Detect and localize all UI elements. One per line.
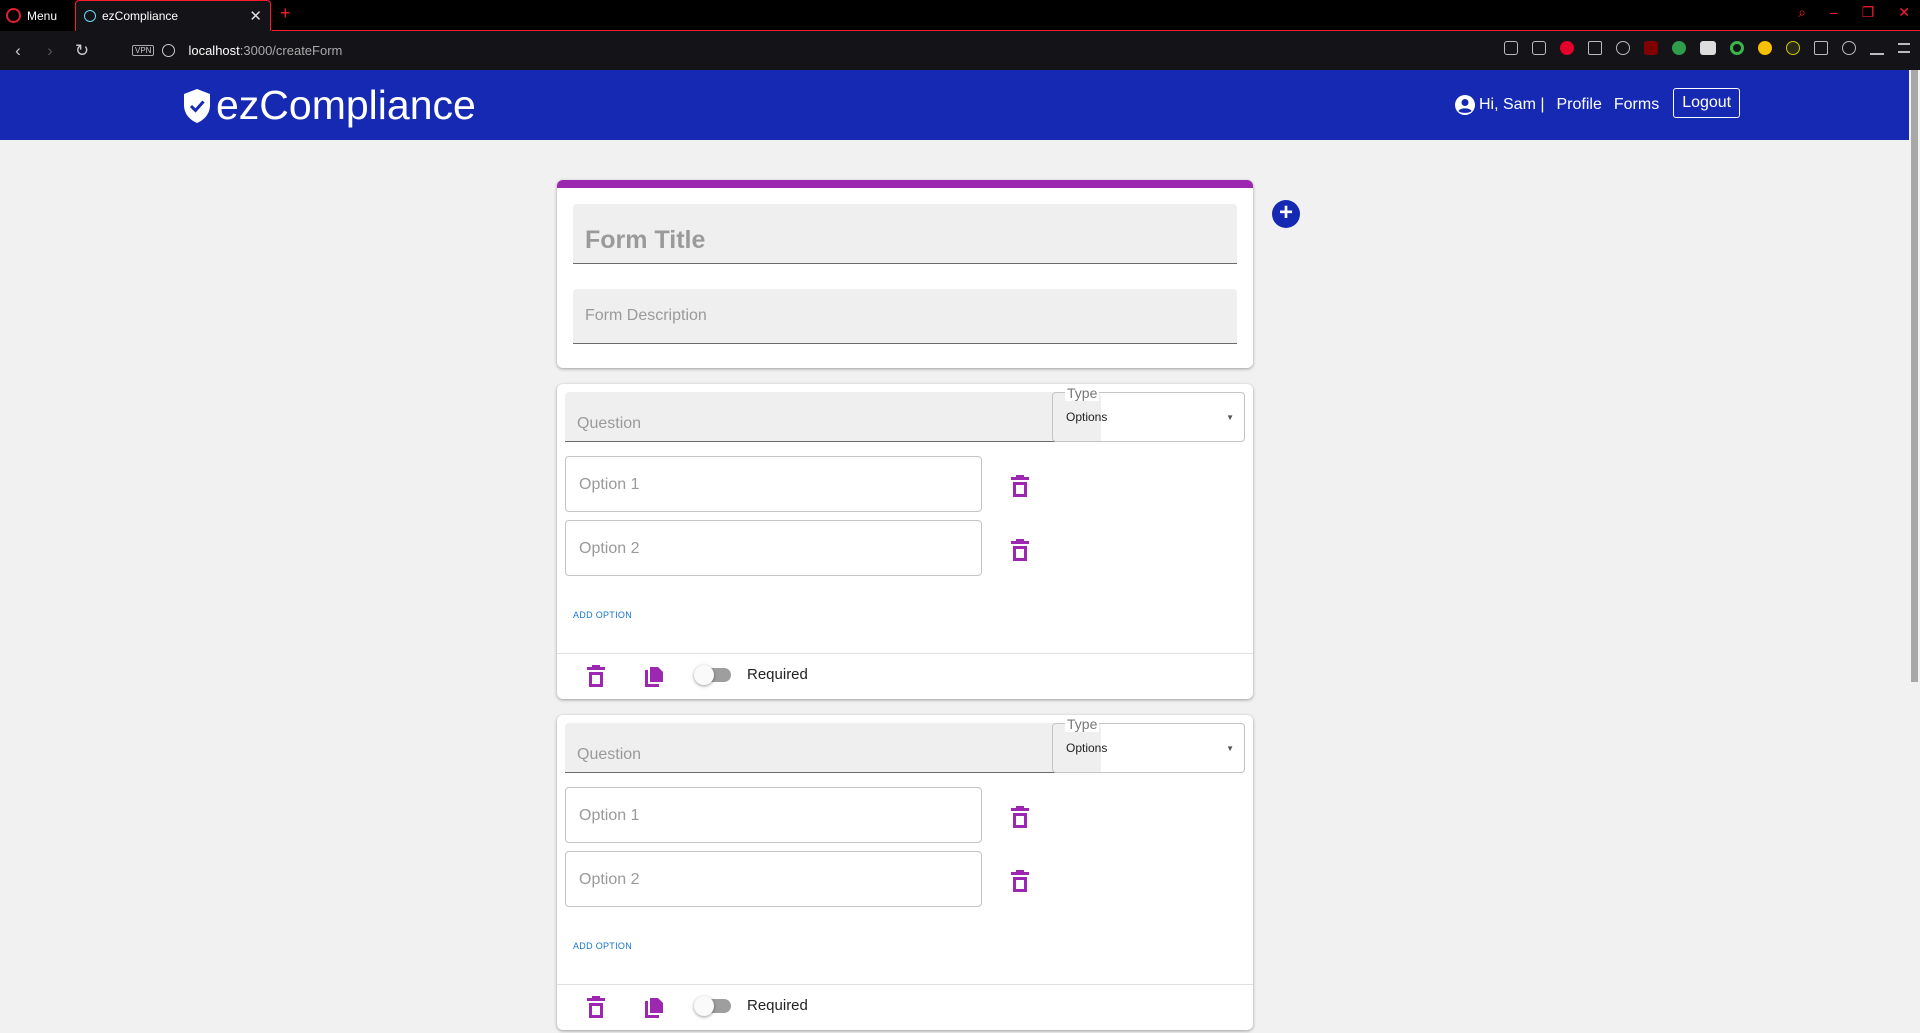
extension-cloud-icon[interactable] [1700,41,1716,55]
delete-option-icon[interactable] [1010,805,1030,829]
chevron-down-icon: ▼ [1226,413,1234,422]
user-nav: Hi, Sam | Profile Forms Logout [1455,88,1741,118]
close-tab-icon[interactable]: ✕ [249,7,262,25]
user-greeting: Hi, Sam | [1479,96,1545,113]
extension-green-icon[interactable] [1672,41,1686,55]
logout-button[interactable]: Logout [1673,88,1741,118]
option-placeholder: Option 2 [579,540,640,557]
option-input[interactable]: Option 1 [565,456,982,512]
question-card: Question Type Options ▼ Option 1 Option … [557,715,1253,1030]
search-tabs-icon[interactable]: ⌕ [1798,4,1806,21]
browser-tab[interactable]: ezCompliance ✕ [75,0,271,31]
required-toggle[interactable] [694,665,731,685]
forms-link[interactable]: Forms [1614,96,1659,114]
window-controls: ⌕ – ❐ ✕ [1798,4,1910,21]
send-icon[interactable] [1588,41,1602,55]
url-field[interactable]: localhost:3000/createForm [188,43,342,58]
add-question-button[interactable]: + [1272,200,1300,228]
delete-option-icon[interactable] [1010,869,1030,893]
url-path: :3000/createForm [239,43,343,58]
question-input[interactable]: Question [565,392,1101,442]
required-label: Required [747,997,808,1014]
minimize-icon[interactable]: – [1830,4,1838,21]
scrollbar-thumb[interactable] [1911,70,1918,682]
option-input[interactable]: Option 1 [565,787,982,843]
vpn-badge[interactable]: VPN [132,45,155,56]
toggle-knob [694,665,714,685]
question-placeholder: Question [577,415,642,432]
react-favicon-icon [84,10,96,22]
restore-icon[interactable]: ❐ [1862,4,1875,21]
browser-tab-bar: Menu ezCompliance ✕ + ⌕ – ❐ ✕ [0,0,1920,31]
tab-title: ezCompliance [102,9,179,23]
address-bar: ‹ › ↻ VPN localhost:3000/createForm [0,31,1920,70]
type-value: Options [1066,741,1108,755]
app-navbar: ezCompliance Hi, Sam | Profile Forms Log… [0,70,1909,140]
form-title-placeholder: Form Title [585,226,706,254]
form-description-input[interactable]: Form Description [573,289,1237,344]
chevron-down-icon: ▼ [1226,744,1234,753]
reload-icon[interactable]: ↻ [66,41,98,61]
opera-icon [6,8,21,23]
card-divider [557,653,1253,654]
browser-menu-button[interactable]: Menu [6,5,57,26]
user-circle-icon [1455,95,1475,115]
globe-icon [162,44,176,57]
type-value: Options [1066,410,1108,424]
option-placeholder: Option 2 [579,871,640,888]
form-description-placeholder: Form Description [585,307,707,324]
question-placeholder: Question [577,746,642,763]
required-toggle[interactable] [694,996,731,1016]
easy-setup-icon[interactable] [1898,43,1910,53]
form-header-card: Form Title Form Description [557,180,1253,368]
extension-braces-icon[interactable] [1786,41,1800,55]
heart-icon[interactable] [1616,41,1630,55]
cube-icon[interactable] [1814,41,1828,55]
close-window-icon[interactable]: ✕ [1898,4,1910,21]
extension-yellow-icon[interactable] [1758,41,1772,55]
add-option-button[interactable]: ADD OPTION [573,941,632,951]
question-input[interactable]: Question [565,723,1101,773]
card-divider [557,984,1253,985]
extension-ring-icon[interactable] [1730,41,1744,55]
type-select[interactable]: Type Options ▼ [1052,385,1245,442]
camera-icon[interactable] [1532,41,1546,55]
type-label: Type [1065,716,1100,732]
back-icon[interactable]: ‹ [2,41,34,61]
required-label: Required [747,666,808,683]
duplicate-question-icon[interactable] [644,997,664,1019]
ublock-icon[interactable] [1644,41,1658,55]
toggle-knob [694,996,714,1016]
option-placeholder: Option 1 [579,807,640,824]
option-input[interactable]: Option 2 [565,520,982,576]
download-icon[interactable] [1870,41,1884,55]
account-icon[interactable] [1842,41,1856,55]
option-input[interactable]: Option 2 [565,851,982,907]
url-host: localhost [188,43,240,58]
delete-option-icon[interactable] [1010,474,1030,498]
type-select[interactable]: Type Options ▼ [1052,716,1245,773]
edit-icon[interactable] [1504,41,1518,55]
pocket-icon[interactable] [1560,41,1574,55]
option-placeholder: Option 1 [579,476,640,493]
duplicate-question-icon[interactable] [644,666,664,688]
new-tab-button[interactable]: + [280,3,291,24]
delete-question-icon[interactable] [586,995,606,1019]
forward-icon[interactable]: › [34,41,66,61]
type-label: Type [1065,385,1100,401]
extension-icons [1504,41,1910,55]
add-option-button[interactable]: ADD OPTION [573,610,632,620]
form-title-input[interactable]: Form Title [573,204,1237,264]
brand-name: ezCompliance [216,82,476,128]
question-card: Question Type Options ▼ Option 1 Option … [557,384,1253,699]
browser-menu-label: Menu [27,8,58,23]
delete-option-icon[interactable] [1010,538,1030,562]
brand-logo[interactable]: ezCompliance [182,82,476,129]
profile-link[interactable]: Profile [1557,96,1602,114]
delete-question-icon[interactable] [586,664,606,688]
page-scrollbar[interactable] [1909,70,1920,1033]
shield-check-icon [184,88,210,123]
